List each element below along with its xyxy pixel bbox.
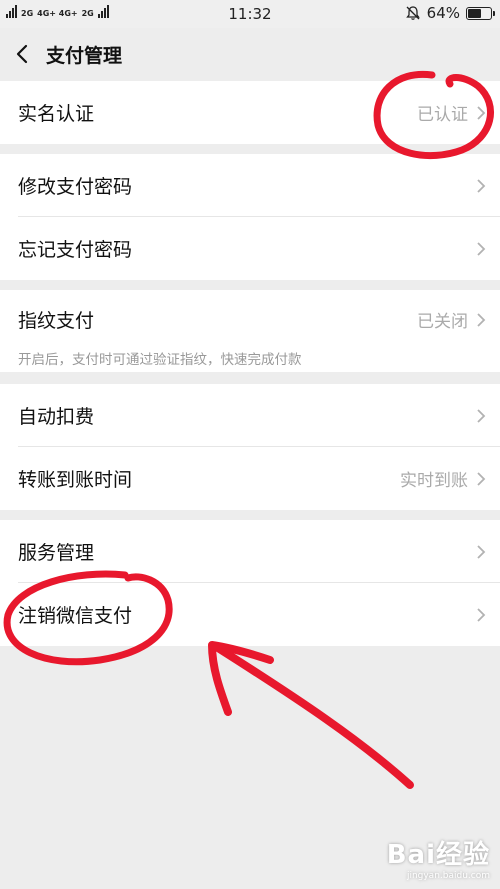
annotation-arrow-head (208, 641, 274, 716)
chevron-right-icon (477, 544, 486, 559)
chevron-right-icon (477, 408, 486, 423)
watermark-logo: Bai经验 (386, 840, 490, 870)
watermark: Bai经验 jingyan.baidu.com (387, 834, 490, 881)
battery-fill (468, 8, 482, 18)
chevron-right-icon (477, 241, 486, 256)
row-change-payment-password[interactable]: 修改支付密码 (0, 154, 500, 217)
back-button[interactable] (0, 28, 44, 80)
row-transfer-arrival-time[interactable]: 转账到账时间 实时到账 (0, 447, 500, 510)
row-forgot-payment-password[interactable]: 忘记支付密码 (0, 217, 500, 280)
row-description: 开启后，支付时可通过验证指纹，快速完成付款 (18, 351, 302, 368)
row-service-management[interactable]: 服务管理 (0, 520, 500, 583)
row-real-name-verification[interactable]: 实名认证 已认证 (0, 81, 500, 144)
row-label: 实名认证 (18, 103, 95, 125)
settings-group-service: 服务管理 注销微信支付 (0, 520, 500, 646)
row-auto-deduction[interactable]: 自动扣费 (0, 384, 500, 447)
row-cancel-wechat-pay[interactable]: 注销微信支付 (0, 583, 500, 646)
row-value: 已关闭 (417, 312, 468, 332)
chevron-right-icon (477, 312, 486, 327)
settings-group-password: 修改支付密码 忘记支付密码 (0, 154, 500, 280)
chevron-right-icon (477, 607, 486, 622)
row-main: 指纹支付 已关闭 (18, 306, 486, 333)
settings-group-fingerprint: 指纹支付 已关闭 开启后，支付时可通过验证指纹，快速完成付款 (0, 290, 500, 372)
row-label: 服务管理 (18, 542, 95, 564)
row-fingerprint-payment[interactable]: 指纹支付 已关闭 开启后，支付时可通过验证指纹，快速完成付款 (0, 290, 500, 372)
row-value: 实时到账 (400, 471, 468, 491)
nav-bar: 支付管理 (0, 28, 500, 80)
row-label: 指纹支付 (18, 310, 95, 332)
row-label: 忘记支付密码 (18, 239, 133, 261)
settings-group-deduction: 自动扣费 转账到账时间 实时到账 (0, 384, 500, 510)
mute-bell-icon (405, 6, 420, 20)
settings-group-identity: 实名认证 已认证 (0, 81, 500, 144)
row-label: 修改支付密码 (18, 176, 133, 198)
annotation-arrow-shaft (214, 644, 414, 789)
chevron-right-icon (477, 178, 486, 193)
chevron-left-icon (16, 44, 28, 64)
watermark-url: jingyan.baidu.com (406, 871, 490, 881)
status-bar: 2G 4G+ 4G+ 2G 11:32 64% (0, 0, 500, 28)
chevron-right-icon (477, 471, 486, 486)
row-value: 已认证 (417, 105, 468, 125)
row-label: 自动扣费 (18, 406, 95, 428)
battery-percent: 64% (426, 4, 460, 22)
chevron-right-icon (477, 105, 486, 120)
row-label: 转账到账时间 (18, 469, 133, 491)
row-label: 注销微信支付 (18, 605, 133, 627)
status-right: 64% (405, 4, 495, 22)
battery-icon (466, 6, 495, 20)
page-title: 支付管理 (46, 44, 123, 67)
